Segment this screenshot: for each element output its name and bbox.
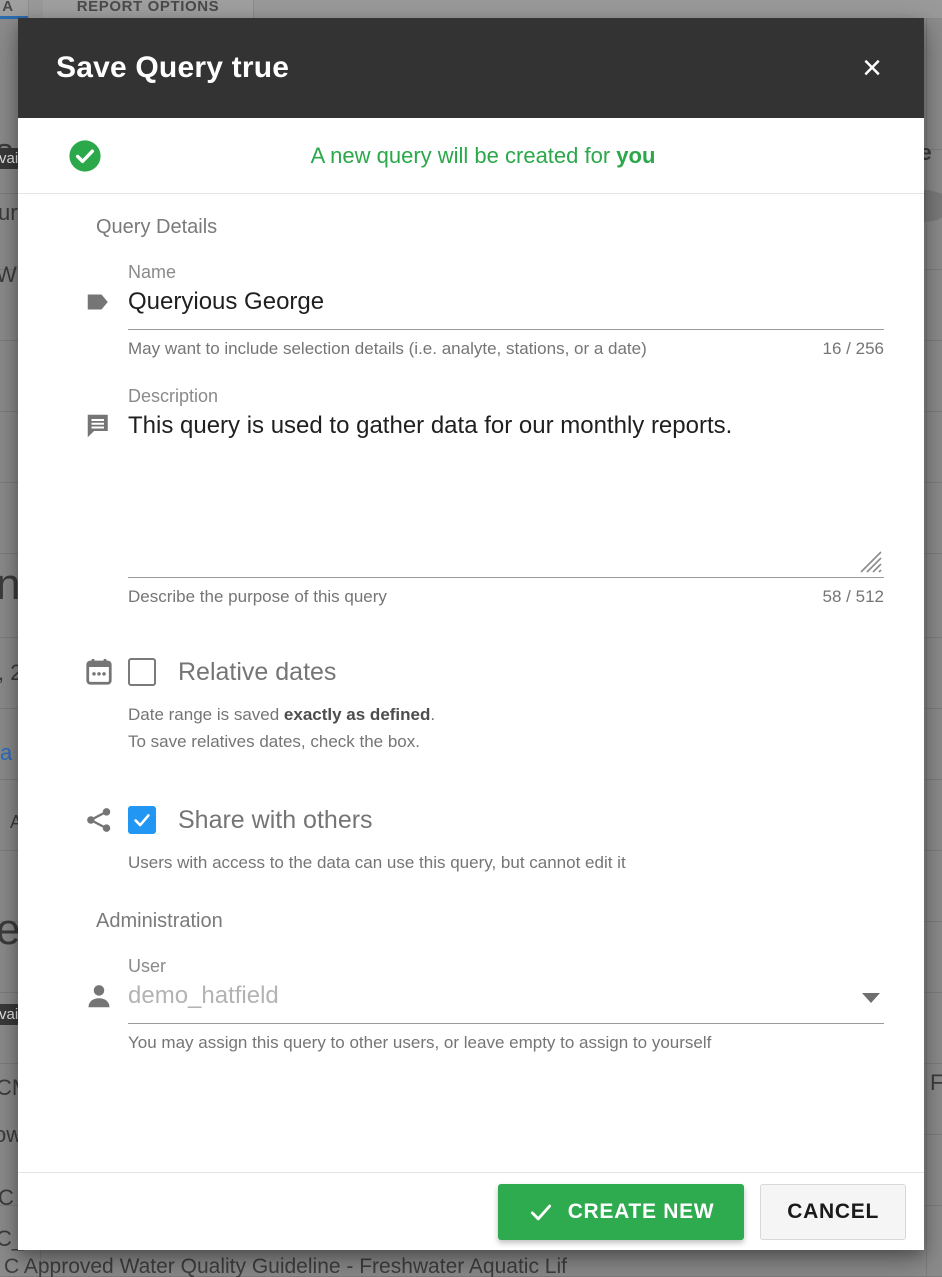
relative-dates-help-prefix: Date range is saved (128, 705, 284, 724)
save-query-dialog: Save Query true × A new query will be cr… (18, 18, 924, 1250)
share-with-others-help: Users with access to the data can use th… (128, 853, 626, 872)
close-icon[interactable]: × (850, 46, 894, 90)
relative-dates-help-suffix: . (430, 705, 436, 724)
comment-icon (78, 385, 120, 441)
background-bottom-row-text: C Approved Water Quality Guideline - Fre… (4, 1255, 567, 1277)
background-fragment-link: a (0, 740, 13, 765)
check-icon (530, 1204, 551, 1220)
share-icon (78, 805, 120, 835)
status-message: A new query will be created for you (102, 143, 924, 169)
chevron-down-icon[interactable] (862, 993, 880, 1003)
section-heading-query-details: Query Details (96, 216, 218, 238)
field-description-hint-row: Describe the purpose of this query 58 / … (128, 587, 884, 607)
field-name-hint: May want to include selection details (i… (128, 339, 647, 358)
status-message-prefix: A new query will be created for (310, 142, 617, 168)
dialog-footer: CREATE NEW CANCEL (18, 1172, 924, 1250)
field-user-main: User demo_hatfield You may assign this q… (120, 955, 884, 1053)
field-name: Name Queryious George May want to includ… (78, 261, 884, 359)
relative-dates-help: Date range is saved exactly as defined. … (128, 701, 884, 755)
user-select[interactable]: demo_hatfield (128, 979, 884, 1024)
query-description-textarea-wrap: This query is used to gather data for ou… (128, 409, 884, 578)
check-circle-icon (68, 139, 102, 173)
dialog-title: Save Query true (56, 51, 290, 84)
field-relative-dates: Relative dates (78, 657, 884, 687)
query-description-textarea[interactable]: This query is used to gather data for ou… (128, 409, 884, 443)
status-banner: A new query will be created for you (18, 118, 924, 194)
field-description-hint: Describe the purpose of this query (128, 587, 387, 606)
field-name-counter: 16 / 256 (822, 339, 884, 358)
cancel-button[interactable]: CANCEL (760, 1183, 906, 1240)
background-tab-bar: A REPORT OPTIONS (0, 0, 942, 19)
relative-dates-label: Relative dates (178, 657, 337, 686)
relative-dates-help-emphasis: exactly as defined (283, 705, 431, 724)
dialog-header: Save Query true × (18, 18, 924, 118)
calendar-icon (78, 657, 120, 687)
background-fragment: F (930, 1070, 942, 1095)
field-description-main: Description This query is used to gather… (120, 385, 884, 607)
query-name-input[interactable]: Queryious George (128, 285, 884, 330)
field-user: User demo_hatfield You may assign this q… (78, 955, 884, 1053)
field-name-label: Name (128, 262, 177, 282)
tag-icon (78, 261, 120, 317)
field-name-hint-row: May want to include selection details (i… (128, 339, 884, 359)
dialog-body: Query Details Name Queryious George May … (18, 194, 924, 1172)
field-user-hint: You may assign this query to other users… (128, 1033, 712, 1052)
user-select-wrap: demo_hatfield (128, 979, 884, 1024)
field-user-label: User (128, 956, 167, 976)
status-message-emphasis: you (616, 142, 656, 168)
background-fragment: C (0, 1185, 14, 1210)
create-new-button-label: CREATE NEW (567, 1199, 715, 1223)
field-user-hint-row: You may assign this query to other users… (128, 1033, 884, 1053)
section-heading-administration: Administration (96, 910, 223, 932)
person-icon (78, 955, 120, 1011)
resize-handle-icon[interactable] (860, 551, 882, 573)
share-with-others-label: Share with others (178, 805, 373, 834)
relative-dates-help-line2: To save relatives dates, check the box. (128, 732, 420, 751)
field-share-with-others: Share with others (78, 805, 884, 835)
field-name-main: Name Queryious George May want to includ… (120, 261, 884, 359)
field-description-label: Description (128, 386, 219, 406)
background-tab-1: REPORT OPTIONS (43, 0, 254, 18)
create-new-button[interactable]: CREATE NEW (497, 1183, 745, 1240)
relative-dates-checkbox[interactable] (128, 658, 156, 686)
field-description: Description This query is used to gather… (78, 385, 884, 607)
field-description-counter: 58 / 512 (822, 587, 884, 606)
check-icon (134, 814, 150, 827)
share-with-others-checkbox[interactable] (128, 806, 156, 834)
cancel-button-label: CANCEL (787, 1199, 879, 1223)
relative-dates-help-line1: Date range is saved exactly as defined. (128, 701, 884, 728)
